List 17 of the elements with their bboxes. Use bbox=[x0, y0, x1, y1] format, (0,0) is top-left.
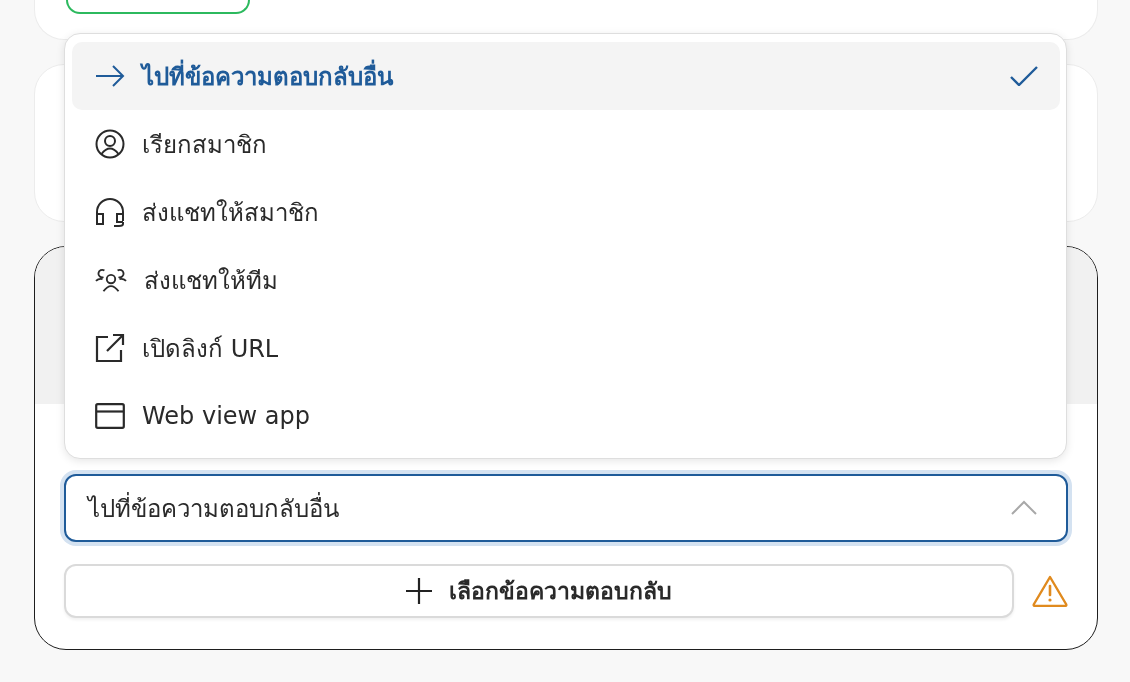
menu-item[interactable]: ไปที่ข้อความตอบกลับอื่น bbox=[72, 42, 1060, 110]
menu-item[interactable]: Web view app bbox=[72, 382, 1060, 450]
menu-item[interactable]: เปิดลิงก์ URL bbox=[72, 314, 1060, 382]
arrow-right-icon bbox=[95, 64, 125, 88]
outlined-button[interactable] bbox=[66, 0, 250, 14]
choose-reply-button[interactable]: เลือกข้อความตอบกลับ bbox=[63, 564, 1014, 618]
group-icon bbox=[95, 267, 127, 293]
menu-item[interactable]: ส่งแชทให้สมาชิก bbox=[72, 178, 1060, 246]
user-circle-icon bbox=[95, 129, 125, 159]
menu-item[interactable]: เรียกสมาชิก bbox=[72, 110, 1060, 178]
plus-icon bbox=[405, 577, 433, 605]
checkmark-icon bbox=[1010, 66, 1038, 86]
headset-icon bbox=[95, 197, 125, 227]
browser-window-icon bbox=[95, 403, 125, 429]
menu-item[interactable]: ส่งแชทให้ทีม bbox=[72, 246, 1060, 314]
external-link-icon bbox=[95, 333, 125, 363]
chevron-icon bbox=[1010, 500, 1038, 516]
